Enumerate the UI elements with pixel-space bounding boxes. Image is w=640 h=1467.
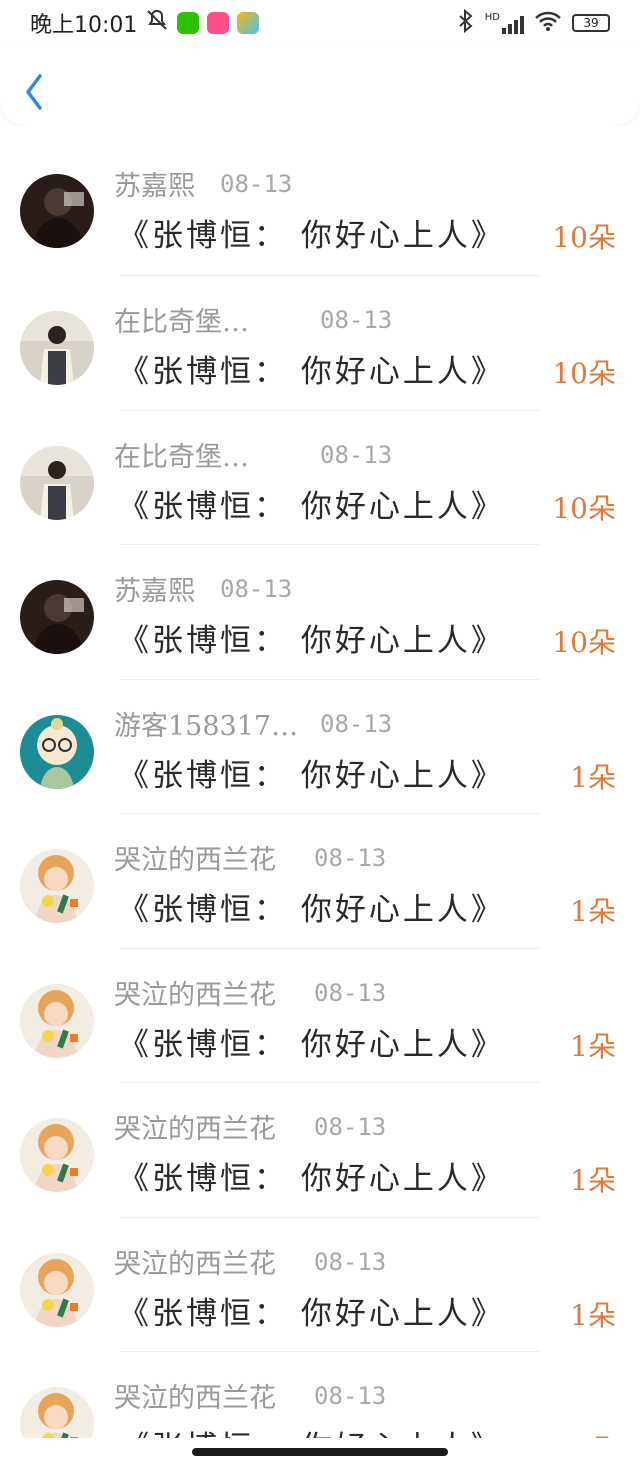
list-item[interactable]: 哭泣的西兰花 08-13 《张博恒： 你好心上人》 1朵: [0, 1083, 640, 1218]
avatar[interactable]: [20, 311, 94, 385]
avatar[interactable]: [20, 849, 94, 923]
battery-level: 39: [583, 16, 599, 30]
flower-amount: 1朵: [570, 1029, 616, 1063]
status-bar-right: HD 39: [457, 8, 610, 38]
gift-record-list[interactable]: 苏嘉熙 08-13 《张博恒： 你好心上人》 10朵 在比奇堡… 08-13 《张博恒： 你…: [0, 126, 640, 1438]
status-bar: 晚上10:01 HD 39: [0, 0, 640, 46]
list-item[interactable]: 哭泣的西兰花 08-13 《张博恒： 你好心上人》 1朵: [0, 1218, 640, 1352]
user-name: 哭泣的西兰花: [114, 979, 276, 1011]
flower-amount: 10朵: [552, 221, 616, 254]
game-center-icon: [237, 12, 260, 34]
list-item[interactable]: 哭泣的西兰花 08-13 《张博恒： 你好心上人》 1朵: [0, 949, 640, 1083]
record-date: 08-13: [320, 709, 393, 738]
navigation-bar: [0, 46, 640, 126]
list-item[interactable]: 苏嘉熙 08-13 《张博恒： 你好心上人》 10朵: [0, 545, 640, 680]
flower-amount: 10朵: [552, 491, 616, 525]
user-name: 哭泣的西兰花: [114, 1114, 276, 1145]
user-name: 哭泣的西兰花: [114, 845, 276, 876]
avatar[interactable]: [20, 1387, 94, 1438]
bluetooth-icon: [457, 8, 475, 38]
list-item[interactable]: 游客158317… 08-13 《张博恒： 你好心上人》 1朵: [0, 680, 640, 814]
song-title: 《张博恒： 你好心上人》: [118, 1422, 505, 1438]
song-title: 《张博恒： 你好心上人》: [118, 892, 505, 928]
flower-amount: 10朵: [552, 357, 616, 390]
avatar[interactable]: [20, 983, 94, 1058]
hd-label: HD: [484, 12, 500, 23]
home-indicator[interactable]: [192, 1448, 448, 1456]
record-date: 08-13: [314, 978, 387, 1007]
record-date: 08-13: [220, 575, 293, 603]
record-date: 08-13: [220, 170, 293, 198]
avatar[interactable]: [20, 714, 94, 789]
user-name: 在比奇堡…: [114, 441, 249, 473]
record-date: 08-13: [320, 440, 393, 469]
list-item[interactable]: 在比奇堡… 08-13 《张博恒： 你好心上人》 10朵: [0, 411, 640, 545]
mute-icon: [145, 9, 169, 37]
user-name: 在比奇堡…: [114, 307, 249, 338]
song-title: 《张博恒： 你好心上人》: [118, 354, 505, 390]
app-pink-icon: [207, 12, 230, 34]
list-item[interactable]: 在比奇堡… 08-13 《张博恒： 你好心上人》 10朵: [0, 276, 640, 411]
list-item[interactable]: 苏嘉熙 08-13 《张博恒： 你好心上人》 10朵: [0, 126, 640, 276]
user-name: 苏嘉熙: [114, 171, 195, 202]
record-date: 08-13: [314, 844, 387, 872]
song-title: 《张博恒： 你好心上人》: [118, 1161, 505, 1197]
record-date: 08-13: [314, 1113, 387, 1141]
status-bar-left: 晚上10:01: [30, 7, 260, 39]
wifi-icon: [534, 10, 562, 37]
flower-amount: 1朵: [570, 895, 616, 928]
flower-amount: 1朵: [570, 1164, 616, 1197]
back-button[interactable]: [18, 70, 52, 114]
flower-amount: 1朵: [570, 1298, 616, 1332]
record-date: 08-13: [320, 306, 393, 334]
wechat-icon: [177, 12, 200, 34]
user-name: 哭泣的西兰花: [114, 1383, 276, 1414]
song-title: 《张博恒： 你好心上人》: [118, 1295, 505, 1332]
avatar[interactable]: [20, 580, 94, 654]
song-title: 《张博恒： 你好心上人》: [118, 218, 505, 254]
flower-amount: 1朵: [570, 760, 616, 794]
flower-amount: 10朵: [552, 626, 616, 659]
record-date: 08-13: [314, 1247, 387, 1276]
status-time: 晚上10:01: [30, 13, 138, 38]
avatar[interactable]: [20, 445, 94, 520]
avatar[interactable]: [20, 1252, 94, 1327]
user-name: 游客158317…: [114, 710, 299, 742]
flower-amount: 1朵: [570, 1428, 616, 1438]
battery-icon: 39: [572, 14, 610, 32]
avatar[interactable]: [20, 174, 94, 248]
chevron-left-icon: [26, 74, 42, 110]
song-title: 《张博恒： 你好心上人》: [118, 757, 505, 794]
avatar[interactable]: [20, 1118, 94, 1192]
record-date: 08-13: [314, 1382, 387, 1410]
song-title: 《张博恒： 你好心上人》: [118, 1026, 505, 1063]
song-title: 《张博恒： 你好心上人》: [118, 488, 505, 525]
list-item[interactable]: 哭泣的西兰花 08-13 《张博恒： 你好心上人》 1朵: [0, 1352, 640, 1438]
user-name: 哭泣的西兰花: [114, 1248, 276, 1280]
signal-icon: HD: [485, 12, 524, 34]
list-item[interactable]: 哭泣的西兰花 08-13 《张博恒： 你好心上人》 1朵: [0, 814, 640, 949]
song-title: 《张博恒： 你好心上人》: [118, 623, 505, 659]
user-name: 苏嘉熙: [114, 576, 195, 607]
